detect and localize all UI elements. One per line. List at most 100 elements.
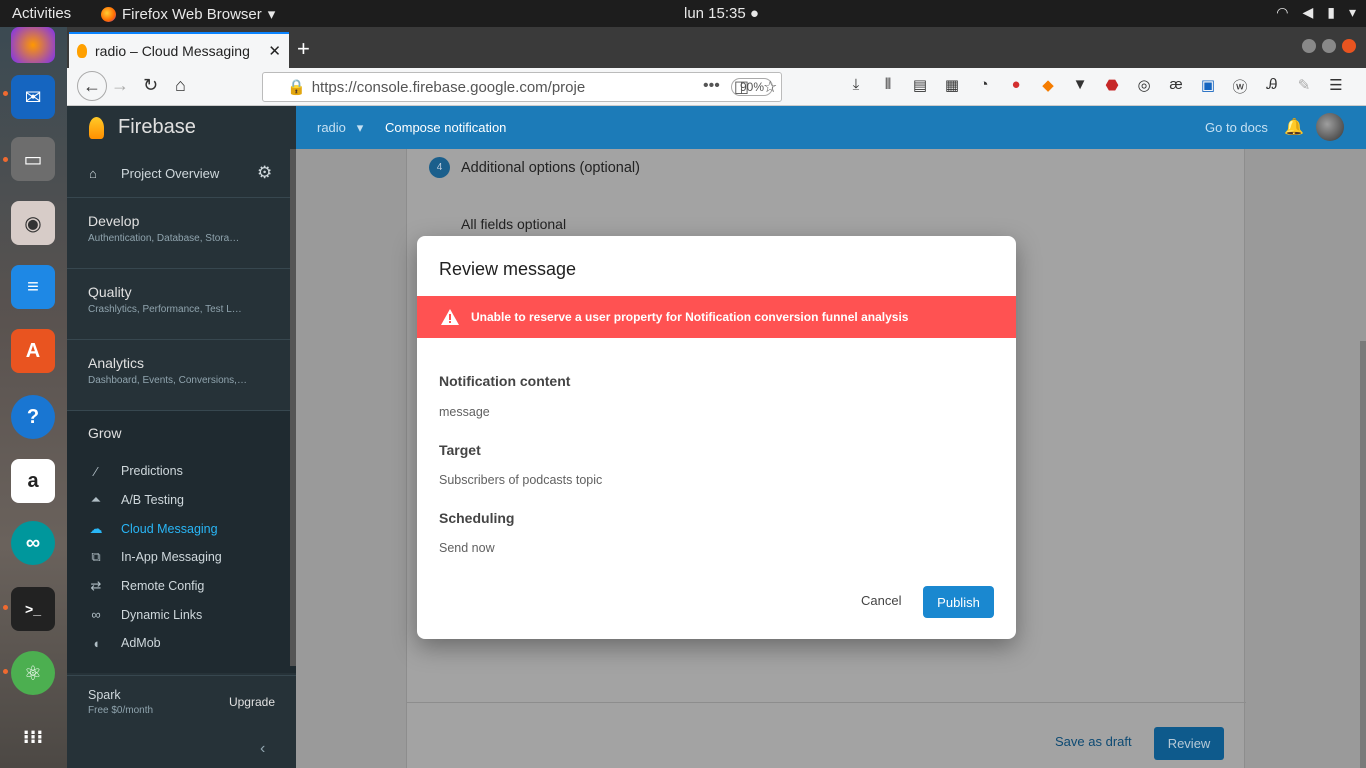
extension-icon[interactable]: ▦ [943,76,961,97]
files-dock-icon[interactable]: ▭ [11,137,55,181]
downloads-icon[interactable]: ⤓ [847,76,865,97]
remote-config-icon: ⇄ [90,578,102,594]
link-icon: ∞ [91,607,101,623]
publish-button[interactable]: Publish [923,586,994,618]
extension-d-icon[interactable]: ● [1007,76,1025,97]
page-title: Compose notification [385,120,507,135]
firefox-dock-icon[interactable] [11,27,55,63]
notification-content-label: Notification content [439,373,571,389]
app-name-label: Firefox Web Browser [122,5,262,23]
step-title[interactable]: Additional options (optional) [461,160,640,176]
card-footer: Save as draft Review [407,702,1246,768]
url-text: https://console.firebase.google.com/proj… [311,78,586,96]
firebase-favicon-icon [77,44,87,58]
project-overview-item[interactable]: ⌂ Project Overview ⚙ [67,149,296,198]
running-indicator [3,605,8,610]
back-button[interactable]: ← [77,71,107,101]
sidebar-item-ab-testing[interactable]: ⏶ A/B Testing [88,486,296,515]
system-tray[interactable]: ◠ ◀ ▮ ▾ [1276,4,1356,21]
metamask-icon[interactable]: ◆ [1039,76,1057,97]
section-title[interactable]: Grow [88,425,296,441]
running-indicator [3,91,8,96]
help-dock-icon[interactable]: ? [11,395,55,439]
wikipedia-icon[interactable]: ⓦ [1231,76,1249,97]
atom-dock-icon[interactable]: ⚛ [11,651,55,695]
arduino-dock-icon[interactable]: ∞ [11,521,55,565]
extension-pe-icon[interactable]: ▣ [1199,76,1217,97]
pocket-icon[interactable]: ◫ [734,77,749,97]
sidebar-item-dynamic-links[interactable]: ∞ Dynamic Links [88,600,296,629]
sidebar-item-cloud-messaging[interactable]: ☁ Cloud Messaging [88,514,296,543]
adblock-icon[interactable]: ⬣ [1103,76,1121,97]
rhythmbox-dock-icon[interactable]: ◉ [11,201,55,245]
menu-icon[interactable]: ☰ [1327,76,1345,97]
extension-clock-icon[interactable]: ◔ [975,76,993,97]
writer-dock-icon[interactable]: ≡ [11,265,55,309]
firebase-brand[interactable]: Firebase [67,106,296,149]
reload-button[interactable]: ↻ [143,75,158,96]
collapse-sidebar-icon[interactable]: ‹ [260,740,265,758]
sidebar-section-quality[interactable]: Quality Crashlytics, Performance, Test L… [67,269,296,340]
save-draft-button[interactable]: Save as draft [1055,734,1132,749]
new-tab-button[interactable]: + [297,36,310,62]
close-tab-icon[interactable]: ✕ [268,42,281,60]
activities-button[interactable]: Activities [12,5,71,22]
sidebar-item-in-app-messaging[interactable]: ⧉ In-App Messaging [88,543,296,572]
battery-icon: ▮ [1327,4,1335,20]
amazon-dock-icon[interactable]: a [11,459,55,503]
upgrade-button[interactable]: Upgrade [229,695,275,709]
sidebar-section-analytics[interactable]: Analytics Dashboard, Events, Conversions… [67,340,296,411]
sidebar-icon[interactable]: ▤ [911,76,929,97]
project-name: radio [317,120,346,135]
minimize-button[interactable] [1302,39,1316,53]
bookmark-star-icon[interactable]: ☆ [763,77,777,97]
scheduling-label: Scheduling [439,510,515,526]
section-subtitle: Crashlytics, Performance, Test L… [88,304,242,315]
review-button[interactable]: Review [1154,727,1224,760]
pencil-icon[interactable]: ✎ [1295,76,1313,97]
thunderbird-dock-icon[interactable]: ✉ [11,75,55,119]
sidebar-item-remote-config[interactable]: ⇄ Remote Config [88,572,296,601]
sidebar-item-predictions[interactable]: ⁄ Predictions [88,457,296,486]
browser-tab-bar: radio – Cloud Messaging ✕ + [67,27,1366,68]
bell-icon[interactable]: 🔔 [1284,117,1304,137]
page-scrollbar[interactable] [1360,341,1366,768]
notification-content-value: message [439,405,490,419]
sidebar-section-develop[interactable]: Develop Authentication, Database, Stora… [67,198,296,269]
show-apps-icon[interactable]: ⁝⁝⁝ [11,715,55,759]
sidebar-item-admob[interactable]: ◖ AdMob [88,629,296,658]
cloud-icon: ☁ [89,520,103,536]
sidebar-item-label: A/B Testing [121,493,185,508]
running-indicator [3,157,8,162]
library-icon[interactable]: ⫴ [879,76,897,97]
url-bar[interactable]: 🔒 https://console.firebase.google.com/pr… [262,72,782,102]
extension-v-icon[interactable]: ▼ [1071,76,1089,97]
project-selector[interactable]: radio ▾ [317,120,363,136]
ubuntu-dock: ✉ ▭ ◉ ≡ A ? a ∞ >_ ⚛ ⁝⁝⁝ [0,27,67,768]
firebase-sidebar: Firebase ⌂ Project Overview ⚙ Develop Au… [67,106,296,768]
sidebar-item-label: AdMob [121,636,161,651]
terminal-dock-icon[interactable]: >_ [11,587,55,631]
translate-icon[interactable]: Ꭿ [1263,76,1281,97]
gear-icon[interactable]: ⚙ [257,163,272,183]
avatar[interactable] [1316,113,1344,141]
software-dock-icon[interactable]: A [11,329,55,373]
clock[interactable]: lun 15:35 ● [684,5,759,22]
app-menu[interactable]: Firefox Web Browser ▾ [101,5,275,23]
scheduling-value: Send now [439,541,495,555]
forward-button[interactable]: → [111,75,129,96]
step-subtitle: All fields optional [461,216,567,232]
cancel-button[interactable]: Cancel [861,593,901,608]
sidebar-section-grow: Grow ⁄ Predictions ⏶ A/B Testing ☁ Cloud… [67,411,296,673]
docs-link[interactable]: Go to docs [1205,120,1268,135]
maximize-button[interactable] [1322,39,1336,53]
close-window-button[interactable] [1342,39,1356,53]
home-icon: ⌂ [89,165,97,181]
admob-icon: ◖ [92,635,100,651]
warning-icon [441,309,459,325]
browser-tab[interactable]: radio – Cloud Messaging ✕ [69,32,289,68]
home-button[interactable]: ⌂ [175,75,186,96]
account-icon[interactable]: ◎ [1135,76,1153,97]
extension-ae-icon[interactable]: æ [1167,76,1185,97]
more-actions-icon[interactable]: ••• [703,77,720,97]
